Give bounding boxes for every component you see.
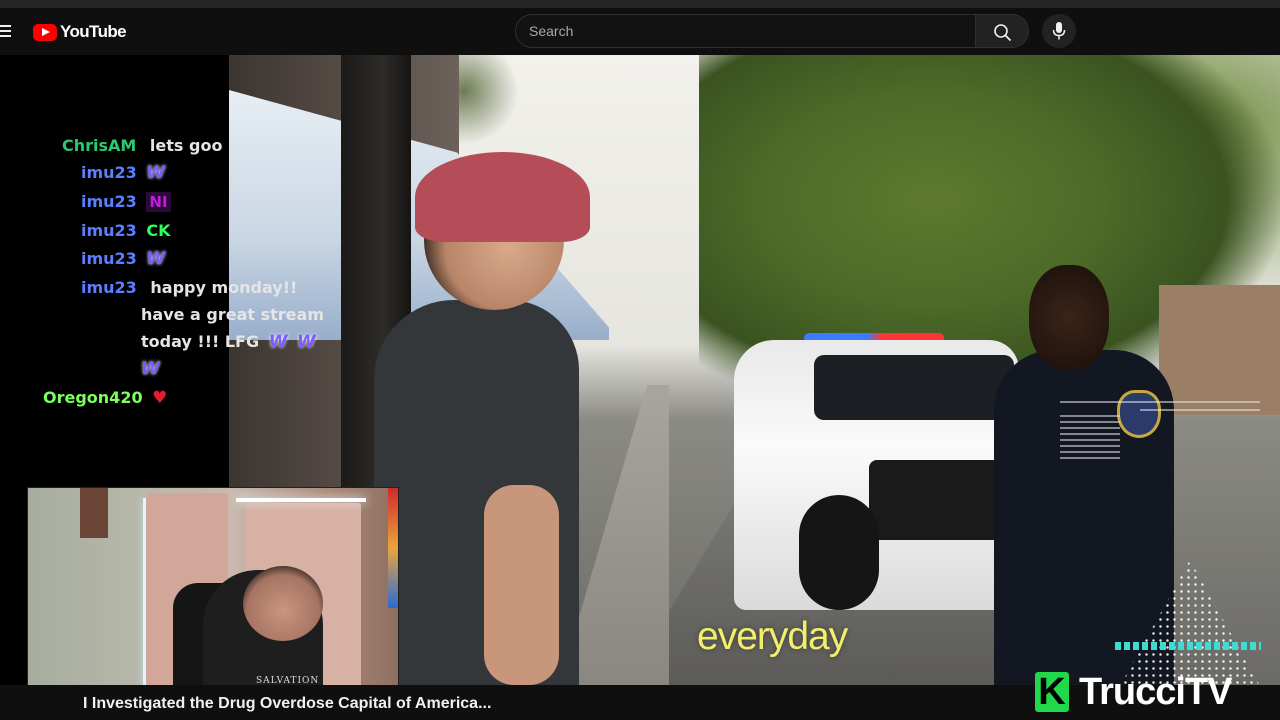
- emote-w-icon: W: [297, 332, 316, 352]
- search-box: [515, 14, 975, 48]
- chat-message: imu23 happy monday!!: [81, 278, 297, 298]
- emote-w-icon: W: [146, 163, 166, 183]
- chat-message-continued: W: [141, 359, 160, 379]
- stream-chat-overlay: ChrisAM lets goo imu23 W imu23 NI imu23 …: [0, 55, 324, 485]
- emote-w-icon: W: [146, 249, 166, 269]
- chat-username: imu23: [81, 163, 137, 182]
- logo-text: YouTube: [60, 22, 127, 41]
- channel-brand-watermark: K TrucciTV: [1035, 668, 1232, 716]
- chat-message: imu23 NI: [81, 192, 171, 212]
- chat-text: have a great stream: [141, 305, 324, 324]
- chat-message-continued: today !!! LFG W W: [141, 332, 316, 352]
- masthead: YouTube: [0, 8, 1280, 55]
- heart-icon: ♥: [152, 388, 168, 408]
- search-icon: [994, 24, 1012, 42]
- chat-username: imu23: [81, 249, 137, 268]
- chat-username: imu23: [81, 278, 137, 297]
- chat-text: today !!! LFG: [141, 332, 260, 351]
- emote-ck-icon: CK: [146, 221, 171, 240]
- youtube-logo-icon: [33, 23, 57, 41]
- chat-message: imu23 CK: [81, 221, 171, 241]
- chat-text: lets goo: [149, 136, 223, 155]
- equalizer-bar: [1115, 642, 1261, 650]
- video-subtitle: everyday: [697, 615, 848, 658]
- emote-ni-icon: NI: [146, 192, 171, 212]
- chat-username: Oregon420: [43, 388, 143, 407]
- window-top-strip: [0, 0, 1280, 8]
- chat-username: ChrisAM: [62, 136, 137, 155]
- streamer-webcam: SALVATION: [27, 487, 399, 698]
- brand-k-icon: K: [1035, 672, 1069, 712]
- chat-message: ChrisAM lets goo: [62, 136, 222, 156]
- video-title[interactable]: I Investigated the Drug Overdose Capital…: [83, 695, 491, 713]
- chat-text: happy monday!!: [150, 278, 298, 297]
- chat-username: imu23: [81, 221, 137, 240]
- chat-message: imu23 W: [81, 249, 165, 269]
- mic-icon: [1052, 22, 1066, 40]
- voice-search-button[interactable]: [1042, 14, 1076, 48]
- youtube-logo[interactable]: YouTube: [33, 22, 127, 42]
- emote-w-icon: W: [268, 332, 288, 352]
- emote-w-icon: W: [141, 359, 160, 379]
- red-cap: [415, 152, 590, 242]
- chat-message: Oregon420 ♥: [43, 388, 167, 408]
- search-button[interactable]: [975, 14, 1029, 48]
- chat-username: imu23: [81, 192, 137, 211]
- chat-message: imu23 W: [81, 163, 165, 183]
- hamburger-menu-icon[interactable]: [0, 25, 11, 37]
- search-input[interactable]: [516, 15, 975, 47]
- brand-name: TrucciTV: [1079, 670, 1232, 713]
- game-hud-overlay: [1060, 395, 1270, 465]
- chat-message-continued: have a great stream: [141, 305, 324, 325]
